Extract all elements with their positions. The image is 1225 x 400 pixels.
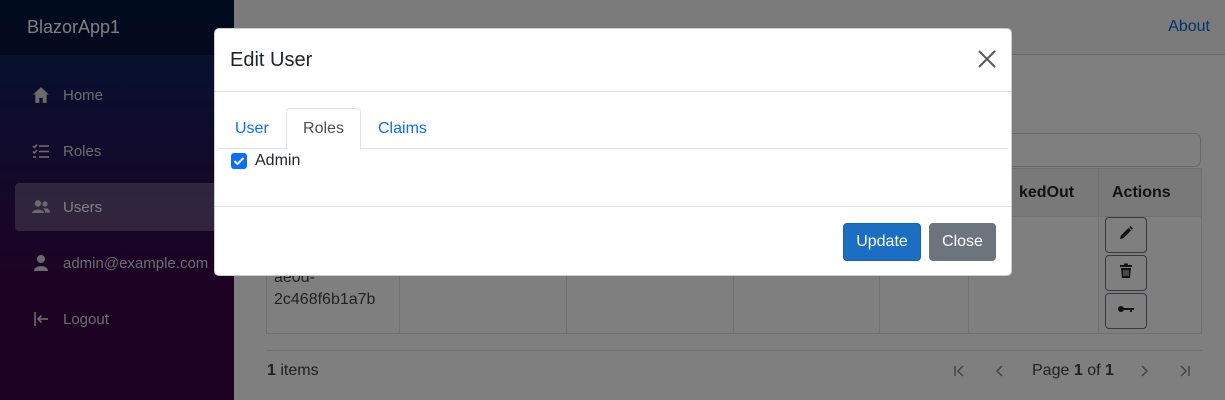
tab-strip: User Roles Claims (218, 108, 1008, 150)
modal-footer: Update Close (215, 206, 1011, 275)
role-option-admin[interactable]: Admin (231, 152, 300, 170)
update-button[interactable]: Update (843, 223, 921, 261)
admin-checkbox[interactable] (231, 153, 247, 169)
modal-header: Edit User (215, 29, 1011, 92)
tab-user[interactable]: User (235, 108, 269, 149)
close-button[interactable]: Close (929, 223, 996, 261)
tab-claims[interactable]: Claims (378, 108, 427, 149)
close-icon[interactable] (977, 49, 997, 69)
tab-roles[interactable]: Roles (286, 108, 361, 150)
modal-title: Edit User (230, 48, 313, 71)
role-option-label: Admin (255, 152, 301, 169)
edit-user-dialog: Edit User User Roles Claims Admin Update… (214, 28, 1012, 276)
